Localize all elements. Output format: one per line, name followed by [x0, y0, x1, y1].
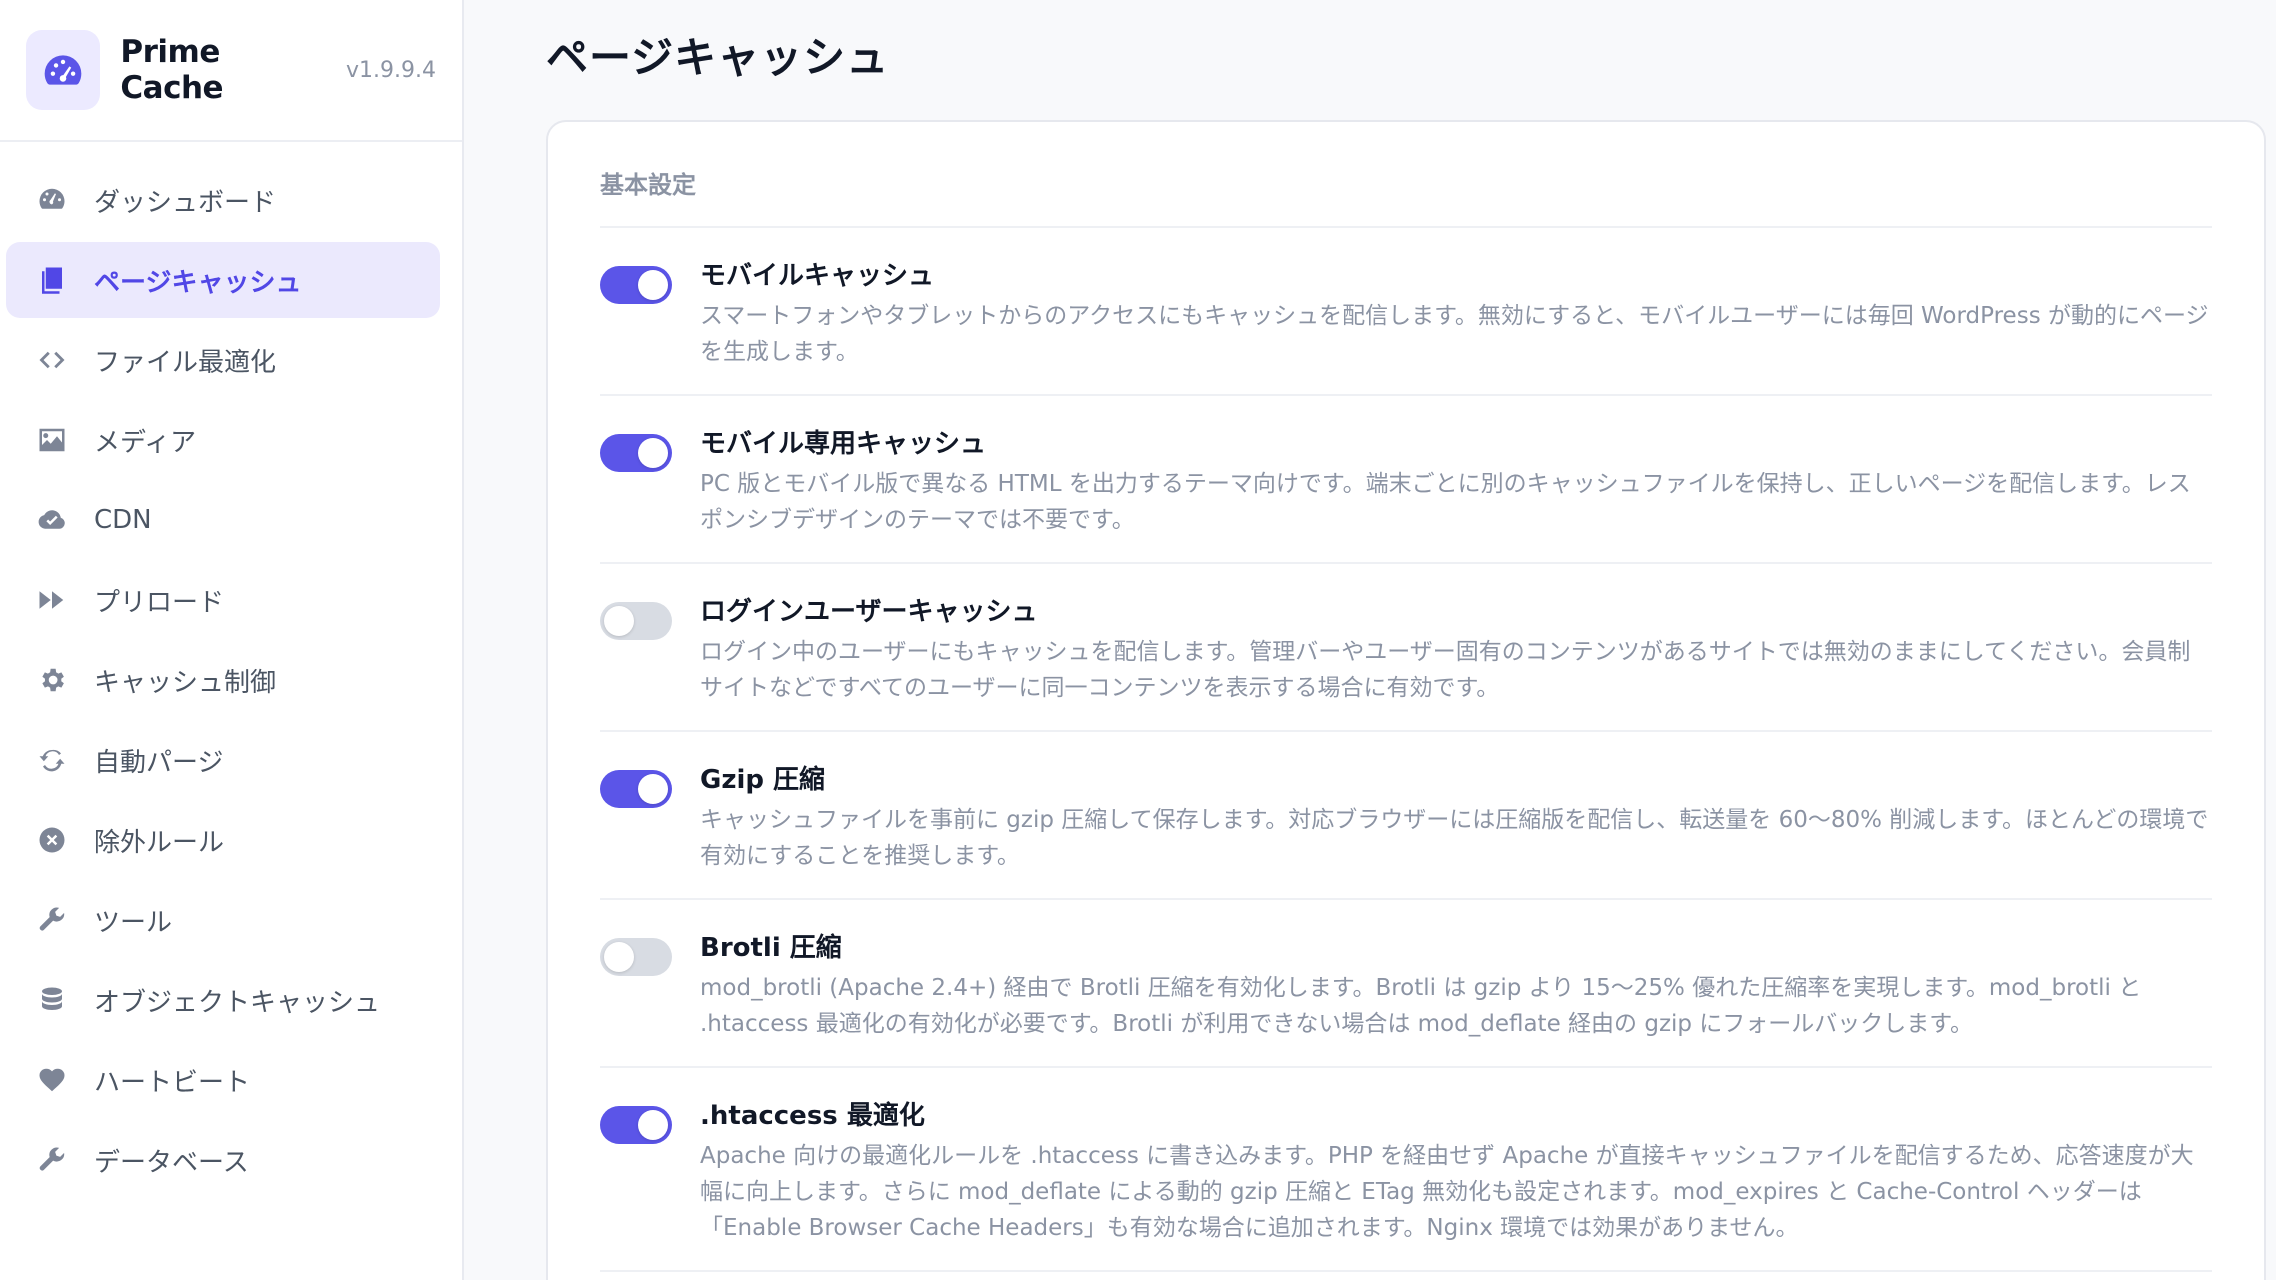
- sidebar-item-label: キャッシュ制御: [94, 667, 277, 698]
- page-title: ページキャッシュ: [546, 33, 890, 82]
- setting-title: ログインユーザーキャッシュ: [700, 597, 1038, 627]
- setting-description: ログイン中のユーザーにもキャッシュを配信します。管理バーやユーザー固有のコンテン…: [700, 639, 2191, 701]
- setting-body: Gzip 圧縮 キャッシュファイルを事前に gzip 圧縮して保存します。対応ブ…: [700, 762, 2212, 874]
- mobile-separate-cache-toggle[interactable]: [600, 434, 672, 472]
- sidebar-item-label: ページキャッシュ: [94, 267, 302, 298]
- sidebar-item-label: メディア: [94, 427, 197, 458]
- sync-icon: [36, 744, 68, 776]
- code-icon: [36, 344, 68, 376]
- setting-title: Brotli 圧縮: [700, 933, 842, 963]
- sidebar: Prime Cache v1.9.9.4 ダッシュボード ページキャッシュ ファ…: [0, 0, 464, 1280]
- speedometer-icon: [26, 30, 101, 110]
- section-title: 基本設定: [600, 122, 2212, 228]
- setting-row-mobile-cache: モバイルキャッシュ スマートフォンやタブレットからのアクセスにもキャッシュを配信…: [600, 228, 2212, 396]
- sidebar-item-label: 自動パージ: [94, 747, 224, 778]
- setting-description: スマートフォンやタブレットからのアクセスにもキャッシュを配信します。無効にすると…: [700, 303, 2209, 365]
- dashboard-icon: [36, 184, 68, 216]
- sidebar-item-page-cache[interactable]: ページキャッシュ: [6, 242, 440, 318]
- fast-forward-icon: [36, 584, 68, 616]
- sidebar-item-label: データベース: [94, 1147, 249, 1178]
- setting-description: PC 版とモバイル版で異なる HTML を出力するテーマ向けです。端末ごとに別の…: [700, 471, 2191, 533]
- setting-row-htaccess: .htaccess 最適化 Apache 向けの最適化ルールを .htacces…: [600, 1068, 2212, 1272]
- sidebar-item-database[interactable]: データベース: [6, 1122, 440, 1198]
- sidebar-item-preload[interactable]: プリロード: [6, 562, 440, 638]
- setting-body: Brotli 圧縮 mod_brotli (Apache 2.4+) 経由で B…: [700, 930, 2212, 1042]
- toggle-knob: [604, 942, 634, 972]
- toggle-knob: [604, 606, 634, 636]
- logged-in-cache-toggle[interactable]: [600, 602, 672, 640]
- wrench-icon: [36, 904, 68, 936]
- gear-icon: [36, 664, 68, 696]
- sidebar-item-label: ダッシュボード: [94, 187, 277, 218]
- sidebar-item-media[interactable]: メディア: [6, 402, 440, 478]
- image-icon: [36, 424, 68, 456]
- setting-description: mod_brotli (Apache 2.4+) 経由で Brotli 圧縮を有…: [700, 975, 2142, 1037]
- sidebar-item-label: 除外ルール: [94, 827, 225, 858]
- settings-card: 基本設定 モバイルキャッシュ スマートフォンやタブレットからのアクセスにもキャッ…: [546, 120, 2266, 1280]
- setting-title: .htaccess 最適化: [700, 1101, 925, 1131]
- sidebar-item-exclusion-rules[interactable]: 除外ルール: [6, 802, 440, 878]
- main-content: ページキャッシュ 基本設定 モバイルキャッシュ スマートフォンやタブレットからの…: [466, 0, 2276, 1280]
- htaccess-toggle[interactable]: [600, 1106, 672, 1144]
- sidebar-item-cache-control[interactable]: キャッシュ制御: [6, 642, 440, 718]
- brotli-toggle[interactable]: [600, 938, 672, 976]
- mobile-cache-toggle[interactable]: [600, 266, 672, 304]
- sidebar-item-label: CDN: [94, 505, 152, 535]
- cloud-icon: [36, 504, 68, 536]
- sidebar-item-dashboard[interactable]: ダッシュボード: [6, 162, 440, 238]
- sidebar-item-cdn[interactable]: CDN: [6, 482, 440, 558]
- sidebar-item-label: ハートビート: [94, 1067, 251, 1098]
- gzip-toggle[interactable]: [600, 770, 672, 808]
- sidebar-item-label: ファイル最適化: [94, 347, 277, 378]
- page-cache-icon: [36, 264, 68, 296]
- setting-title: Gzip 圧縮: [700, 765, 826, 795]
- sidebar-item-auto-purge[interactable]: 自動パージ: [6, 722, 440, 798]
- sidebar-item-label: プリロード: [94, 587, 225, 618]
- setting-row-gzip: Gzip 圧縮 キャッシュファイルを事前に gzip 圧縮して保存します。対応ブ…: [600, 732, 2212, 900]
- sidebar-item-tools[interactable]: ツール: [6, 882, 440, 958]
- brand-version: v1.9.9.4: [346, 57, 436, 83]
- setting-title: モバイル専用キャッシュ: [700, 429, 987, 459]
- toggle-knob: [638, 438, 668, 468]
- toggle-knob: [638, 270, 668, 300]
- setting-row-brotli: Brotli 圧縮 mod_brotli (Apache 2.4+) 経由で B…: [600, 900, 2212, 1068]
- sidebar-item-label: オブジェクトキャッシュ: [94, 987, 381, 1018]
- setting-description: Apache 向けの最適化ルールを .htaccess に書き込みます。PHP …: [700, 1143, 2194, 1241]
- setting-body: モバイルキャッシュ スマートフォンやタブレットからのアクセスにもキャッシュを配信…: [700, 258, 2212, 370]
- brand-header: Prime Cache v1.9.9.4: [0, 0, 462, 142]
- sidebar-item-file-optimization[interactable]: ファイル最適化: [6, 322, 440, 398]
- sidebar-item-label: ツール: [94, 907, 173, 938]
- setting-body: .htaccess 最適化 Apache 向けの最適化ルールを .htacces…: [700, 1098, 2212, 1246]
- wrench-icon: [36, 1144, 68, 1176]
- setting-row-mobile-separate-cache: モバイル専用キャッシュ PC 版とモバイル版で異なる HTML を出力するテーマ…: [600, 396, 2212, 564]
- brand-name: Prime Cache: [120, 34, 224, 106]
- heart-icon: [36, 1064, 68, 1096]
- toggle-knob: [638, 774, 668, 804]
- setting-row-logged-in-cache: ログインユーザーキャッシュ ログイン中のユーザーにもキャッシュを配信します。管理…: [600, 564, 2212, 732]
- sidebar-item-heartbeat[interactable]: ハートビート: [6, 1042, 440, 1118]
- close-circle-icon: [36, 824, 68, 856]
- toggle-knob: [638, 1110, 668, 1140]
- setting-body: モバイル専用キャッシュ PC 版とモバイル版で異なる HTML を出力するテーマ…: [700, 426, 2212, 538]
- sidebar-nav: ダッシュボード ページキャッシュ ファイル最適化 メディア CDN プリロード …: [0, 142, 462, 1198]
- setting-title: モバイルキャッシュ: [700, 261, 935, 291]
- database-icon: [36, 984, 68, 1016]
- setting-body: ログインユーザーキャッシュ ログイン中のユーザーにもキャッシュを配信します。管理…: [700, 594, 2212, 706]
- sidebar-item-object-cache[interactable]: オブジェクトキャッシュ: [6, 962, 440, 1038]
- setting-description: キャッシュファイルを事前に gzip 圧縮して保存します。対応ブラウザーには圧縮…: [700, 807, 2209, 869]
